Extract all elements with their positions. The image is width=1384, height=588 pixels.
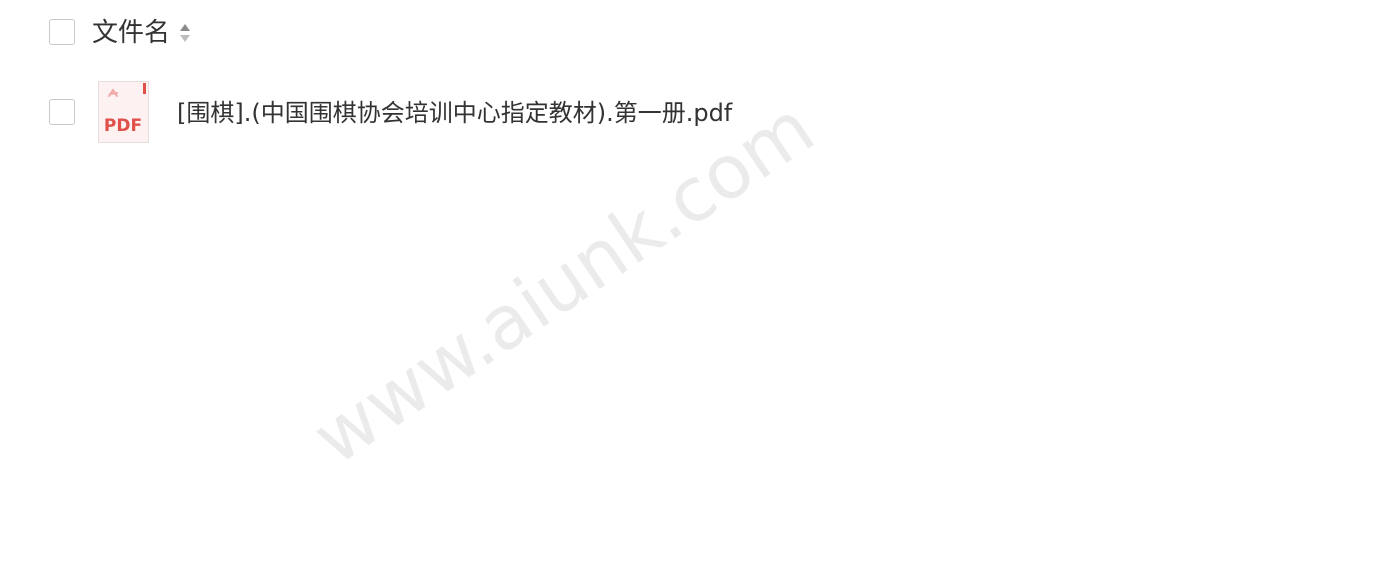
table-header: 文件名	[0, 0, 1384, 66]
watermark: www.aiunk.com	[298, 84, 830, 482]
file-name-link[interactable]: [围棋].(中国围棋协会培训中心指定教材).第一册.pdf	[177, 96, 732, 130]
pdf-icon-label: PDF	[104, 116, 142, 136]
filename-column-header[interactable]: 文件名	[92, 15, 170, 51]
row-checkbox[interactable]	[49, 99, 75, 125]
select-all-checkbox[interactable]	[49, 19, 75, 45]
table-row[interactable]: PDF [围棋].(中国围棋协会培训中心指定教材).第一册.pdf	[0, 74, 1384, 152]
file-list-page: 文件名 PDF [围棋].(中国围棋协会培训中心指定教材).第一册.pdf ww…	[0, 0, 1384, 588]
pdf-file-icon: PDF	[98, 81, 149, 143]
sort-icon[interactable]	[178, 22, 192, 44]
